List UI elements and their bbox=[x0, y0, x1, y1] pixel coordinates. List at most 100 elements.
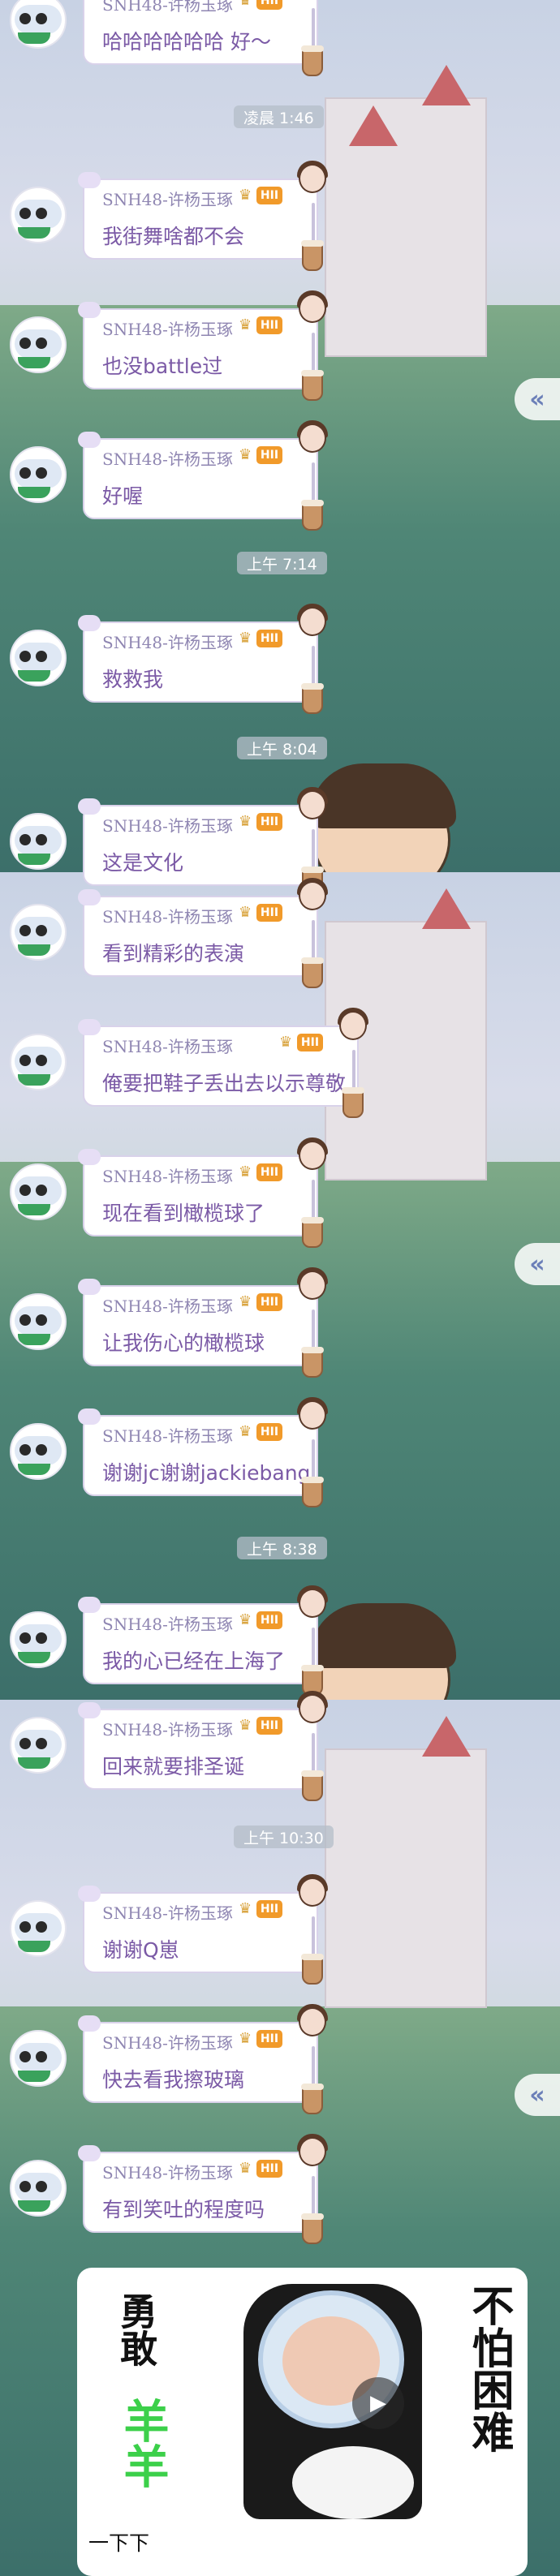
message-bubble[interactable]: SNH48-许杨玉琢 ♛ HII 快去看我擦玻璃 bbox=[83, 2022, 318, 2103]
sender-name: SNH48-许杨玉琢 bbox=[102, 1167, 233, 1186]
bubble-tea-decoration bbox=[301, 1770, 324, 1801]
avatar-eye bbox=[36, 13, 47, 24]
level-badge: HII bbox=[256, 1423, 282, 1441]
avatar[interactable] bbox=[10, 1423, 67, 1480]
avatar-eye bbox=[36, 1738, 47, 1749]
chibi-decoration bbox=[294, 1585, 330, 1629]
avatar-eye bbox=[19, 338, 31, 349]
chibi-decoration bbox=[294, 161, 330, 204]
message-bubble[interactable]: SNH48-许杨玉琢 ♛ HII 谢谢Q崽 bbox=[83, 1892, 318, 1973]
message-text: 让我伤心的橄榄球 bbox=[102, 1331, 265, 1355]
message-bubble[interactable]: SNH48-许杨玉琢 ♛ HII 现在看到橄榄球了 bbox=[83, 1155, 318, 1236]
message-bubble[interactable]: SNH48-许杨玉琢 ♛ HII 好喔 bbox=[83, 438, 318, 519]
bubble-decoration bbox=[78, 1886, 101, 1902]
avatar[interactable] bbox=[10, 1611, 67, 1668]
chibi-head bbox=[299, 1694, 326, 1723]
bubble-tea-decoration bbox=[301, 1477, 324, 1507]
message-bubble[interactable]: SNH48-许杨玉琢 ♛ HII 也没battle过 bbox=[83, 308, 318, 389]
avatar[interactable] bbox=[10, 446, 67, 503]
crown-icon: ♛ bbox=[239, 1611, 252, 1628]
message-bubble[interactable]: SNH48-许杨玉琢 ♛ HII 回来就要排圣诞 bbox=[83, 1709, 318, 1790]
avatar-eye bbox=[19, 1314, 31, 1326]
crown-icon: ♛ bbox=[239, 1717, 252, 1734]
sender-name: SNH48-许杨玉琢 bbox=[102, 1037, 233, 1056]
bubble-decoration bbox=[78, 798, 101, 815]
avatar-eye bbox=[36, 467, 47, 479]
bubble-decoration bbox=[78, 1702, 101, 1718]
level-badge: HII bbox=[256, 1163, 282, 1181]
avatar-eye bbox=[36, 834, 47, 845]
avatar-eye bbox=[19, 1921, 31, 1933]
avatar-leaf bbox=[18, 1652, 50, 1663]
avatar-leaf bbox=[18, 2200, 50, 2212]
avatar[interactable] bbox=[10, 1034, 67, 1090]
video-message-card[interactable]: 勇敢 羊羊 不怕困难 ▶ 一下下 bbox=[77, 2268, 528, 2576]
avatar-leaf bbox=[18, 670, 50, 682]
avatar[interactable] bbox=[10, 187, 67, 243]
message-bubble[interactable]: SNH48-许杨玉琢 ♛ HII 我街舞啥都不会 bbox=[83, 178, 318, 260]
message-row: SNH48-许杨玉琢 ♛ HII 回来就要排圣诞 bbox=[0, 1684, 560, 1806]
sender-name: SNH48-许杨玉琢 bbox=[102, 1615, 233, 1634]
sticker-text-green: 羊羊 bbox=[116, 2398, 169, 2488]
avatar[interactable] bbox=[10, 1900, 67, 1957]
message-bubble[interactable]: SNH48-许杨玉琢 ♛ HII 俺要把鞋子丢出去以示尊敬 bbox=[83, 1026, 359, 1107]
media-caption: 一下下 bbox=[88, 2531, 150, 2555]
level-badge: HII bbox=[256, 316, 282, 334]
message-bubble[interactable]: SNH48-许杨玉琢 ♛ HII 看到精彩的表演 bbox=[83, 896, 318, 977]
level-badge: HII bbox=[256, 1900, 282, 1918]
chibi-decoration bbox=[294, 1267, 330, 1311]
bubble-decoration bbox=[78, 1279, 101, 1295]
message-text: 谢谢Q崽 bbox=[102, 1938, 179, 1962]
avatar[interactable] bbox=[10, 813, 67, 870]
bubble-tea-decoration bbox=[301, 2084, 324, 2114]
message-bubble[interactable]: SNH48-许杨玉琢 ♛ HII 有到笑吐的程度吗 bbox=[83, 2152, 318, 2233]
video-camera-icon[interactable]: ▶ bbox=[352, 2377, 404, 2429]
bubble-decoration bbox=[78, 2145, 101, 2161]
avatar-eye bbox=[19, 1055, 31, 1066]
chibi-head bbox=[299, 881, 326, 910]
level-badge: HII bbox=[256, 813, 282, 831]
avatar[interactable] bbox=[10, 2030, 67, 2087]
crown-icon: ♛ bbox=[239, 1423, 252, 1440]
avatar[interactable] bbox=[10, 2160, 67, 2217]
avatar[interactable] bbox=[10, 0, 67, 49]
avatar[interactable] bbox=[10, 1293, 67, 1350]
avatar[interactable] bbox=[10, 1163, 67, 1220]
avatar[interactable] bbox=[10, 1717, 67, 1774]
message-row: SNH48-许杨玉琢 ♛ HII 我街舞啥都不会 bbox=[0, 154, 560, 276]
sender-name: SNH48-许杨玉琢 bbox=[102, 2033, 233, 2053]
timestamp: 凌晨 1:46 bbox=[234, 105, 324, 128]
crown-icon: ♛ bbox=[239, 630, 252, 647]
chibi-decoration bbox=[294, 2134, 330, 2178]
crown-icon: ♛ bbox=[239, 316, 252, 333]
message-bubble[interactable]: SNH48-许杨玉琢 ♛ HII 让我伤心的橄榄球 bbox=[83, 1285, 318, 1366]
crown-icon: ♛ bbox=[239, 813, 252, 830]
chibi-decoration bbox=[334, 1008, 370, 1051]
avatar-eye bbox=[19, 13, 31, 24]
sticker-text-left: 勇敢 bbox=[114, 2292, 158, 2367]
crown-icon: ♛ bbox=[239, 0, 252, 9]
chibi-head bbox=[299, 1400, 326, 1430]
message-text: 现在看到橄榄球了 bbox=[102, 1202, 265, 1225]
avatar-eye bbox=[19, 925, 31, 936]
chibi-head bbox=[299, 790, 326, 819]
message-bubble[interactable]: SNH48-许杨玉琢 ♛ HII 救救我 bbox=[83, 621, 318, 703]
message-bubble[interactable]: SNH48-许杨玉琢 ♛ HII 我的心已经在上海了 bbox=[83, 1603, 318, 1684]
bubble-decoration bbox=[78, 1408, 101, 1425]
sender-name: SNH48-许杨玉琢 bbox=[102, 0, 233, 15]
message-bubble[interactable]: SNH48-许杨玉琢 ♛ HII 哈哈哈哈哈哈 好～ bbox=[83, 0, 318, 65]
message-text: 好喔 bbox=[102, 484, 144, 508]
chibi-decoration bbox=[294, 604, 330, 647]
level-badge: HII bbox=[256, 904, 282, 922]
avatar[interactable] bbox=[10, 630, 67, 686]
message-bubble[interactable]: SNH48-许杨玉琢 ♛ HII 谢谢jc谢谢jackiebang bbox=[83, 1415, 318, 1496]
bubble-tea-decoration bbox=[301, 1954, 324, 1985]
message-text: 回来就要排圣诞 bbox=[102, 1755, 245, 1778]
avatar[interactable] bbox=[10, 316, 67, 373]
avatar-eye bbox=[36, 925, 47, 936]
avatar[interactable] bbox=[10, 904, 67, 961]
message-row: SNH48-许杨玉琢 ♛ HII 救救我 bbox=[0, 597, 560, 719]
chibi-decoration bbox=[294, 1874, 330, 1918]
avatar-eye bbox=[19, 2181, 31, 2192]
chibi-head bbox=[299, 2137, 326, 2166]
